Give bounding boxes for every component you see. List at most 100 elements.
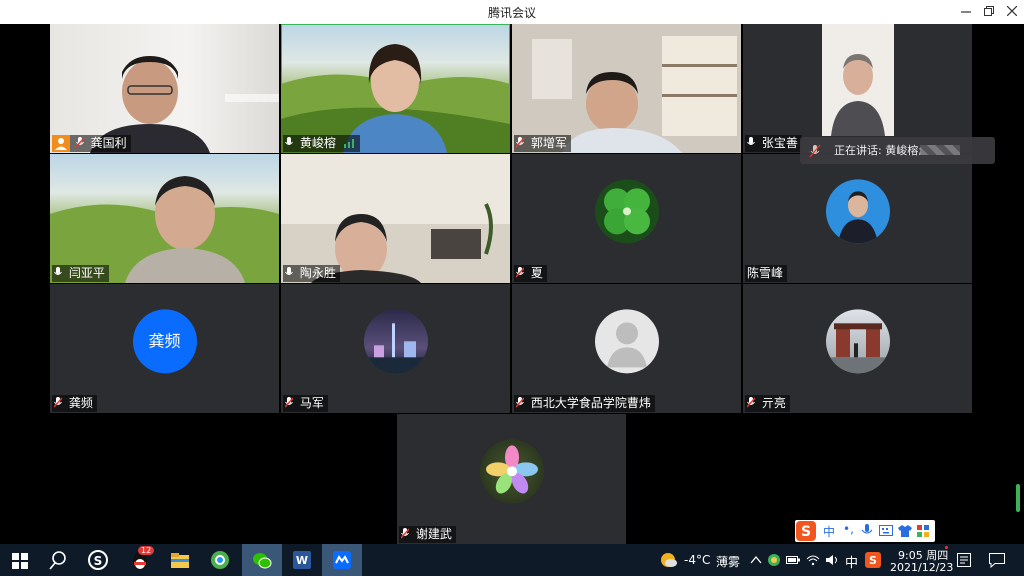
mic-icon: [285, 137, 293, 145]
wechat-taskbar-item[interactable]: [242, 544, 282, 576]
sogou-logo-icon: S: [796, 521, 816, 541]
video-tile[interactable]: 黄峻榕: [281, 24, 510, 153]
word-icon: W: [293, 551, 311, 569]
person-video: [822, 24, 894, 136]
speaking-indicator: 正在讲话: 黄峻榕;: [800, 137, 995, 164]
svg-text:S: S: [869, 554, 877, 567]
close-button[interactable]: [1001, 3, 1023, 21]
windows-start-icon[interactable]: [8, 548, 32, 572]
volume-icon[interactable]: [825, 554, 839, 566]
cityscape-photo: [363, 322, 428, 373]
mic-muted-icon: [516, 397, 524, 408]
mic-muted-icon: [516, 137, 524, 148]
mic-muted-icon: [75, 137, 84, 148]
participant-label: 张宝善: [745, 135, 802, 152]
window-title: 腾讯会议: [487, 6, 536, 20]
notification-center-icon[interactable]: [988, 552, 1006, 568]
participant-name: 亓亮: [761, 396, 786, 410]
video-tile[interactable]: 郭增军: [512, 24, 741, 153]
participant-label: 马军: [283, 395, 328, 412]
participant-name: 西北大学食品学院曹炜: [530, 396, 651, 410]
voice-icon[interactable]: [861, 524, 873, 538]
video-tile[interactable]: 马军: [281, 284, 510, 413]
mic-icon: [285, 267, 293, 275]
minimize-icon: [961, 11, 971, 13]
scroll-handle[interactable]: [1016, 484, 1020, 512]
participant-name: 马军: [299, 396, 324, 410]
mic-icon: [54, 267, 62, 275]
participant-name: 谢建武: [415, 527, 452, 541]
participant-label: 陶永胜: [283, 265, 340, 282]
person-video: [281, 44, 510, 153]
person-video: [50, 176, 279, 283]
participant-name: 黄峻榕: [299, 136, 336, 150]
mic-speaking-icon: [809, 144, 821, 158]
video-tile[interactable]: 亓亮: [743, 284, 972, 413]
avatar: [825, 308, 890, 373]
mic-muted-icon: [516, 267, 524, 278]
wechat-icon: [253, 553, 272, 569]
host-icon: [52, 135, 70, 152]
participant-name: 龚国利: [90, 136, 127, 150]
browser-icon[interactable]: [208, 548, 232, 572]
notification-dot: [945, 546, 948, 549]
avatar: [825, 178, 890, 243]
app-icon[interactable]: S: [86, 548, 110, 572]
clover-icon: [603, 187, 650, 234]
video-tile[interactable]: 张宝善: [743, 24, 972, 153]
default-avatar-icon: [606, 321, 647, 367]
restore-button[interactable]: [978, 3, 1000, 21]
avatar: [363, 308, 428, 373]
participant-label: 闫亚平: [52, 265, 109, 282]
participant-label: 陈雪峰: [745, 265, 788, 282]
ime-mode[interactable]: 中: [823, 523, 835, 540]
participant-name: 陈雪峰: [747, 266, 784, 280]
video-tile[interactable]: 夏: [512, 154, 741, 283]
participant-label: 夏: [514, 265, 547, 282]
wifi-icon[interactable]: [806, 554, 820, 566]
notes-icon[interactable]: [956, 552, 972, 568]
weather-temp: -4°C: [684, 553, 711, 567]
video-tile[interactable]: 闫亚平: [50, 154, 279, 283]
flower-photo: [485, 445, 538, 494]
skin-icon[interactable]: [898, 525, 912, 537]
mic-muted-icon: [54, 397, 62, 408]
participant-label: 郭增军: [514, 135, 571, 152]
svg-text:S: S: [801, 524, 811, 540]
redacted-names: [920, 145, 960, 155]
participant-label: 龚国利: [52, 135, 131, 152]
video-tile[interactable]: 西北大学食品学院曹炜: [512, 284, 741, 413]
weather-icon[interactable]: [656, 548, 680, 572]
search-icon[interactable]: [46, 548, 70, 572]
qq-icon[interactable]: 12: [128, 546, 155, 572]
minimize-button[interactable]: [955, 3, 977, 21]
word-taskbar-item[interactable]: W: [282, 544, 322, 576]
participant-name: 闫亚平: [68, 266, 105, 280]
toolbox-icon[interactable]: [917, 525, 929, 537]
mic-icon: [747, 137, 755, 145]
keyboard-icon[interactable]: [879, 525, 893, 537]
participant-name: 郭增军: [530, 136, 567, 150]
input-method-indicator[interactable]: 中: [845, 552, 858, 571]
punctuation-icon[interactable]: •,: [843, 522, 854, 536]
video-tile[interactable]: 陶永胜: [281, 154, 510, 283]
chevron-up-icon[interactable]: [750, 554, 762, 566]
person-video: [281, 203, 510, 283]
video-tile[interactable]: 龚国利: [50, 24, 279, 153]
tray-app-icon[interactable]: [767, 553, 781, 567]
file-explorer-icon[interactable]: [168, 548, 192, 572]
mic-muted-icon: [285, 397, 293, 408]
sogou-tray-icon[interactable]: S: [865, 552, 881, 568]
participant-label: 谢建武: [399, 526, 456, 543]
video-tile[interactable]: 陈雪峰: [743, 154, 972, 283]
clock-date[interactable]: 2021/12/23: [890, 561, 953, 574]
ime-toolbar[interactable]: S 中 •,: [795, 520, 935, 542]
avatar: [594, 308, 659, 373]
avatar: [594, 178, 659, 243]
tencent-meeting-taskbar-item[interactable]: [322, 544, 362, 576]
video-tile[interactable]: 龚频 龚频: [50, 284, 279, 413]
battery-icon[interactable]: [786, 554, 800, 566]
participant-name: 张宝善: [761, 136, 798, 150]
video-tile[interactable]: 谢建武: [397, 414, 626, 544]
participant-label: 黄峻榕: [283, 135, 360, 152]
